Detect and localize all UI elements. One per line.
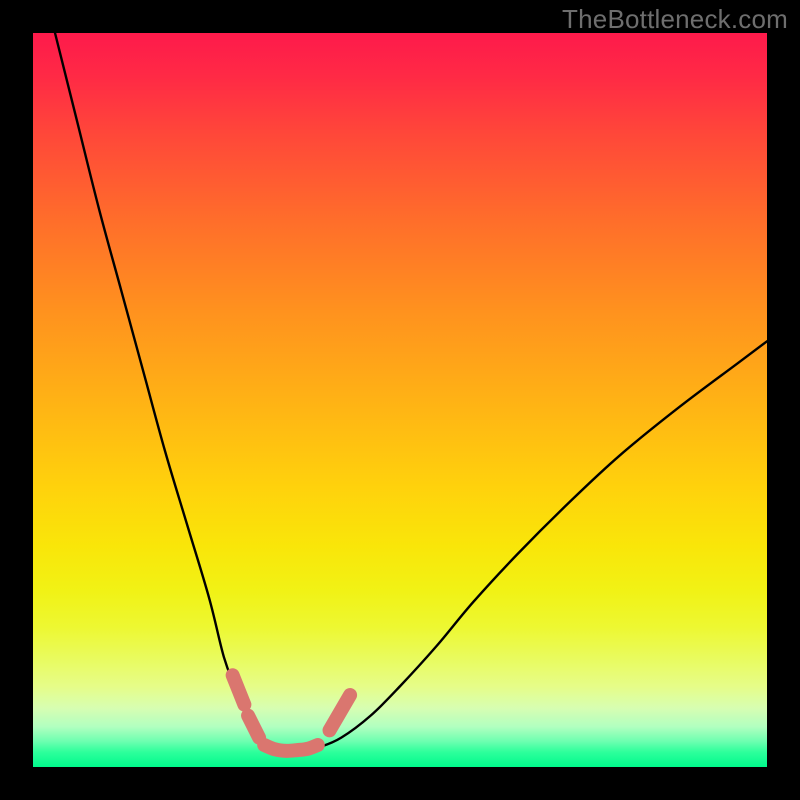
ridge-markers xyxy=(233,675,350,751)
bottleneck-curve xyxy=(55,33,767,750)
plot-area xyxy=(33,33,767,767)
ridge-segment-4 xyxy=(330,695,351,730)
chart-frame: TheBottleneck.com xyxy=(0,0,800,800)
plot-svg xyxy=(33,33,767,767)
watermark-text: TheBottleneck.com xyxy=(562,4,788,35)
ridge-bottom xyxy=(264,745,318,751)
ridge-segment-2 xyxy=(248,716,259,738)
ridge-segment-1 xyxy=(233,675,245,704)
